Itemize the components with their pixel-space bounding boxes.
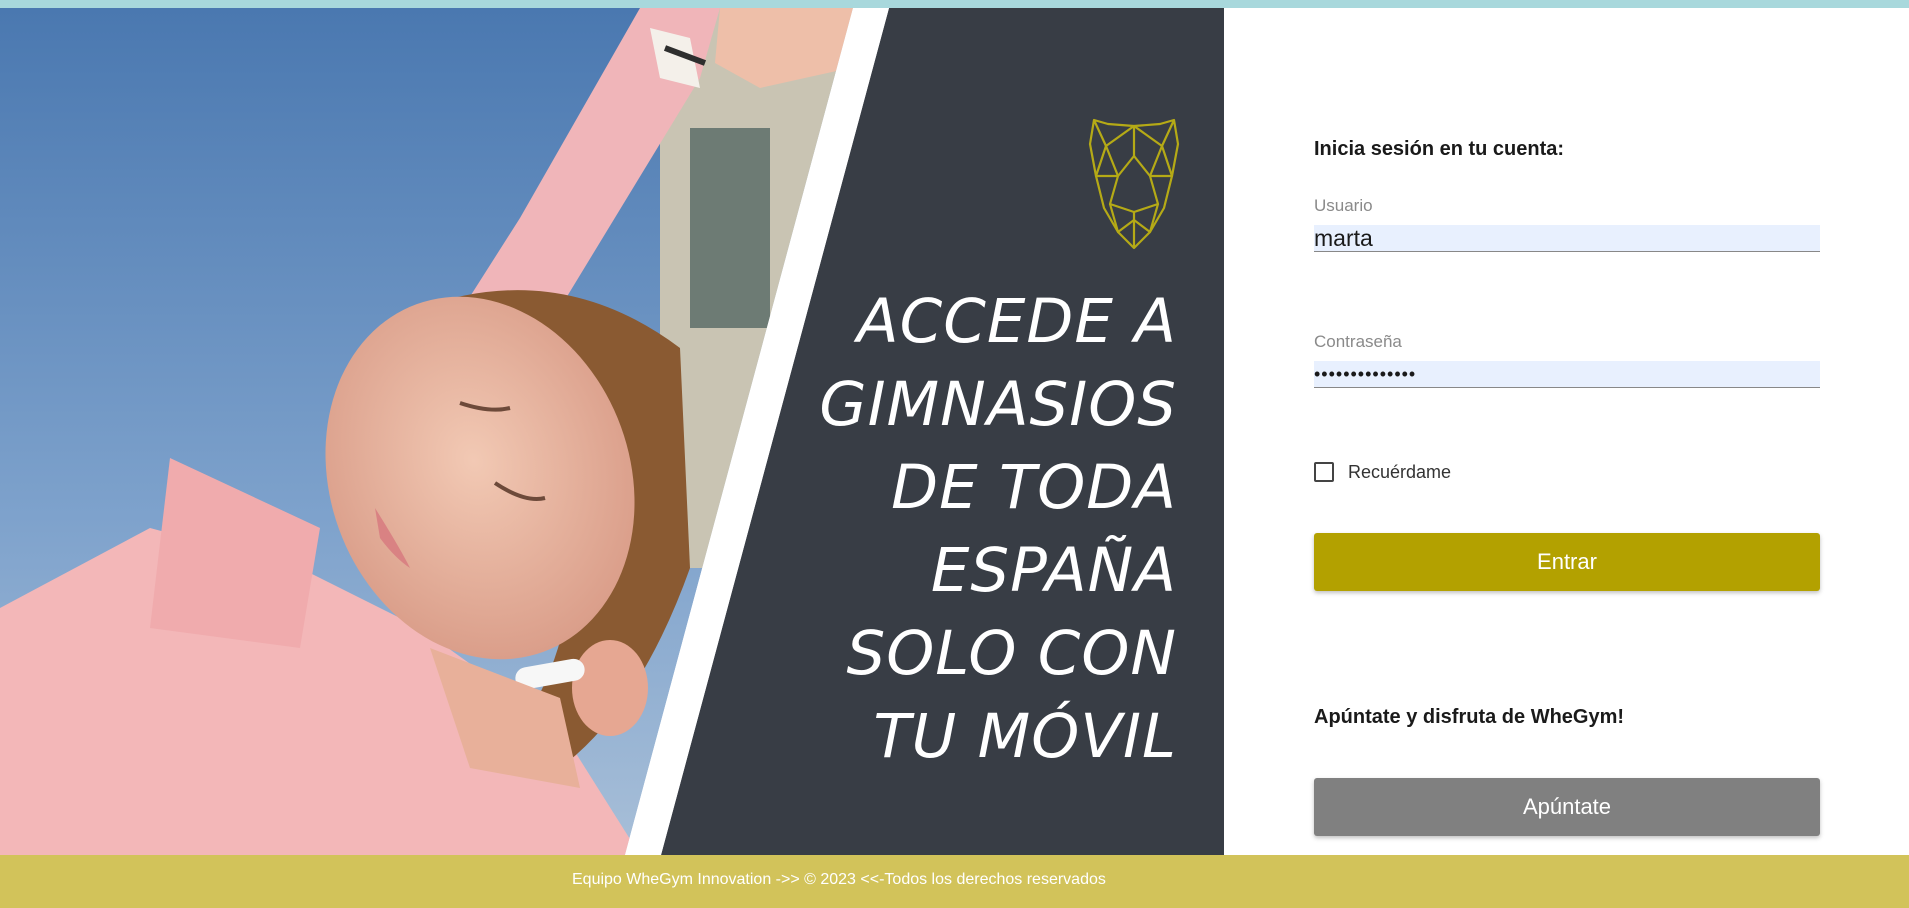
promo-line: TU MÓVIL <box>873 701 1177 772</box>
password-input[interactable] <box>1314 361 1820 388</box>
promo-line: DE TODA <box>891 452 1177 523</box>
top-strip <box>0 0 1909 8</box>
footer: Equipo WheGym Innovation ->> © 2023 <<-T… <box>0 855 1909 908</box>
geometric-panther-head-icon <box>1088 118 1180 250</box>
footer-copyright: Equipo WheGym Innovation ->> © 2023 <<-T… <box>572 871 1106 888</box>
remember-me-checkbox[interactable] <box>1314 462 1334 482</box>
login-heading: Inicia sesión en tu cuenta: <box>1314 138 1565 160</box>
remember-me-label[interactable]: Recuérdame <box>1348 462 1451 483</box>
username-input[interactable] <box>1314 225 1820 252</box>
signup-button[interactable]: Apúntate <box>1314 778 1820 836</box>
password-label: Contraseña <box>1314 332 1402 351</box>
username-label: Usuario <box>1314 196 1373 215</box>
promo-line: SOLO CON <box>846 618 1177 689</box>
promo-line: GIMNASIOS <box>819 369 1177 440</box>
promo-line: ACCEDE A <box>856 286 1177 357</box>
promo-line: ESPAÑA <box>930 535 1177 606</box>
promo-headline: ACCEDE A GIMNASIOS DE TODA ESPAÑA SOLO C… <box>797 280 1177 778</box>
signup-heading: Apúntate y disfruta de WheGym! <box>1314 706 1625 728</box>
login-button[interactable]: Entrar <box>1314 533 1820 591</box>
